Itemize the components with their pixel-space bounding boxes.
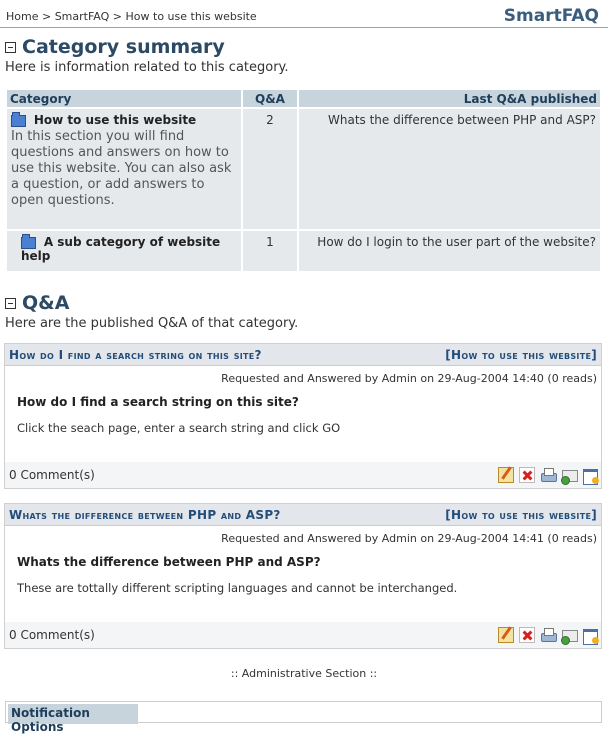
category-link[interactable]: [How to use this website] bbox=[445, 508, 597, 522]
send-email-icon[interactable] bbox=[561, 627, 578, 645]
table-row: How to use this website In this section … bbox=[7, 109, 600, 229]
subcategory-link[interactable]: A sub category of website help bbox=[21, 235, 220, 263]
qa-count: 1 bbox=[243, 231, 297, 271]
qa-section-description: Here are the published Q&A of that categ… bbox=[5, 316, 299, 331]
subscribe-icon[interactable] bbox=[582, 627, 599, 645]
notification-options-title: Notification Options bbox=[8, 704, 138, 734]
edit-icon[interactable] bbox=[498, 627, 514, 643]
category-table: Category Q&A Last Q&A published How to u… bbox=[5, 88, 602, 273]
answer-text: Click the seach page, enter a search str… bbox=[17, 421, 341, 435]
question-link[interactable]: Whats the difference between PHP and ASP… bbox=[9, 508, 281, 522]
category-link[interactable]: [How to use this website] bbox=[445, 348, 597, 362]
qa-section-header: Q&A Here are the published Q&A of that c… bbox=[0, 292, 298, 331]
category-cell: A sub category of website help bbox=[7, 231, 241, 271]
breadcrumb-home-link[interactable]: Home bbox=[6, 10, 38, 23]
last-qa-link[interactable]: Whats the difference between PHP and ASP… bbox=[299, 109, 600, 229]
breadcrumb: Home > SmartFAQ > How to use this websit… bbox=[6, 10, 257, 23]
subscribe-icon[interactable] bbox=[582, 467, 599, 485]
category-link[interactable]: How to use this website bbox=[34, 113, 196, 127]
qa-item: How do I find a search string on this si… bbox=[4, 343, 602, 489]
breadcrumb-separator: > bbox=[41, 10, 52, 23]
column-header-category: Category bbox=[7, 90, 241, 107]
print-icon[interactable] bbox=[540, 627, 557, 643]
category-cell: How to use this website In this section … bbox=[7, 109, 241, 229]
qa-item-header: Whats the difference between PHP and ASP… bbox=[5, 504, 601, 526]
notification-options: Notification Options bbox=[5, 701, 602, 734]
qa-item-header: How do I find a search string on this si… bbox=[5, 344, 601, 366]
question-text: How do I find a search string on this si… bbox=[17, 395, 299, 409]
category-summary-header: Category summary Here is information rel… bbox=[0, 36, 289, 75]
delete-icon[interactable] bbox=[519, 627, 535, 643]
table-row: A sub category of website help 1 How do … bbox=[7, 231, 600, 271]
delete-icon[interactable] bbox=[519, 467, 535, 483]
breadcrumb-module-link[interactable]: SmartFAQ bbox=[55, 10, 110, 23]
qa-meta: Requested and Answered by Admin on 29-Au… bbox=[221, 372, 597, 385]
print-icon[interactable] bbox=[540, 467, 557, 483]
category-summary-title: Category summary bbox=[22, 36, 225, 58]
qa-meta: Requested and Answered by Admin on 29-Au… bbox=[221, 532, 597, 545]
question-text: Whats the difference between PHP and ASP… bbox=[17, 555, 321, 569]
qa-section-title: Q&A bbox=[22, 292, 70, 314]
admin-section-label: :: Administrative Section :: bbox=[230, 667, 378, 680]
answer-text: These are tottally different scripting l… bbox=[17, 581, 458, 595]
column-header-qa: Q&A bbox=[243, 90, 297, 107]
breadcrumb-current: How to use this website bbox=[125, 10, 257, 23]
send-email-icon[interactable] bbox=[561, 467, 578, 485]
comments-link[interactable]: 0 Comment(s) bbox=[9, 628, 95, 642]
last-qa-link[interactable]: How do I login to the user part of the w… bbox=[299, 231, 600, 271]
qa-item: Whats the difference between PHP and ASP… bbox=[4, 503, 602, 649]
category-summary-description: Here is information related to this cate… bbox=[5, 60, 289, 75]
edit-icon[interactable] bbox=[498, 467, 514, 483]
column-header-last: Last Q&A published bbox=[299, 90, 600, 107]
question-link[interactable]: How do I find a search string on this si… bbox=[9, 348, 262, 362]
collapse-icon[interactable] bbox=[5, 41, 16, 53]
folder-icon bbox=[21, 233, 36, 249]
top-bar: Home > SmartFAQ > How to use this websit… bbox=[0, 0, 608, 28]
qa-footer: 0 Comment(s) bbox=[5, 462, 601, 488]
qa-footer: 0 Comment(s) bbox=[5, 622, 601, 648]
folder-icon bbox=[11, 111, 26, 127]
category-description: In this section you will find questions … bbox=[11, 129, 232, 208]
collapse-icon[interactable] bbox=[5, 297, 16, 309]
module-brand: SmartFAQ bbox=[503, 6, 599, 26]
qa-actions bbox=[498, 627, 599, 645]
qa-count: 2 bbox=[243, 109, 297, 229]
breadcrumb-separator: > bbox=[112, 10, 123, 23]
comments-link[interactable]: 0 Comment(s) bbox=[9, 468, 95, 482]
qa-actions bbox=[498, 467, 599, 485]
